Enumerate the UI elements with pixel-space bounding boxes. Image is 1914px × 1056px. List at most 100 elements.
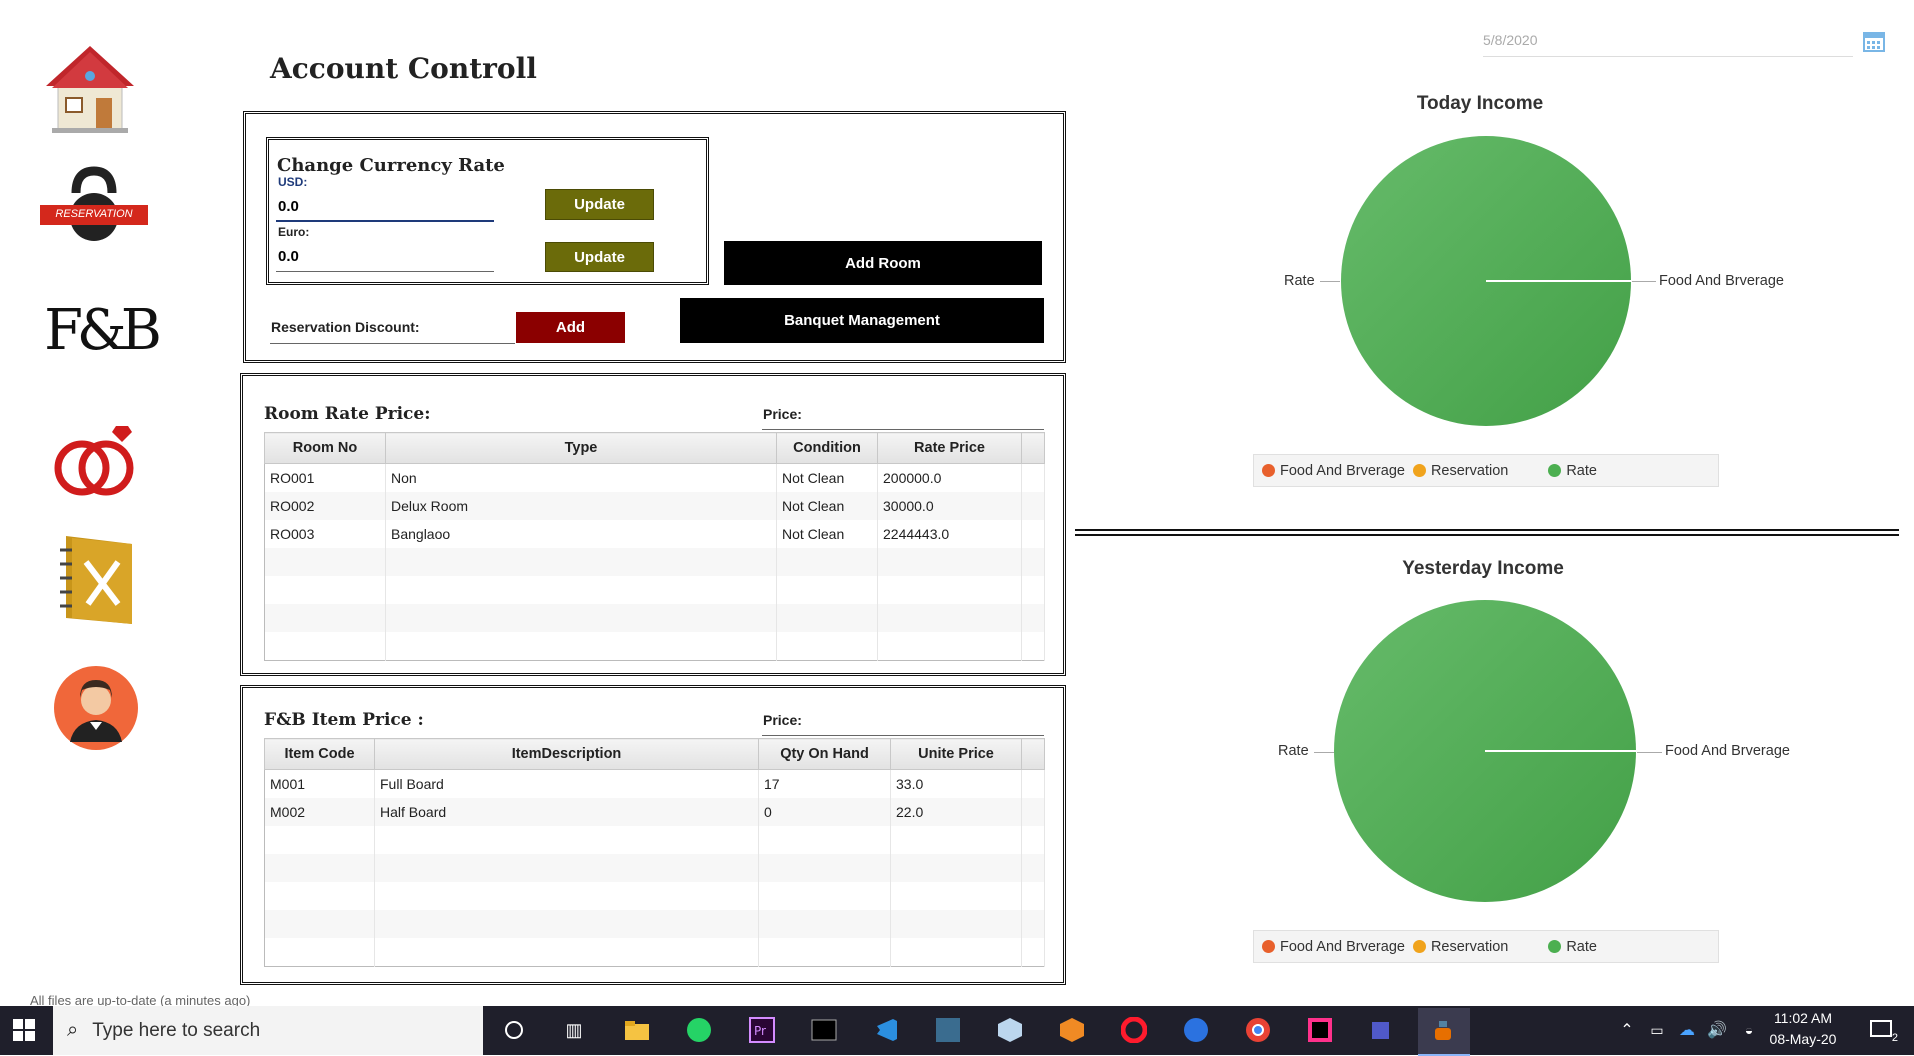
table-cell[interactable] — [385, 576, 777, 604]
table-cell[interactable] — [385, 632, 777, 661]
table-cell[interactable] — [877, 604, 1022, 632]
table-cell[interactable] — [758, 882, 891, 910]
premiere-icon[interactable]: Pr — [740, 1010, 784, 1050]
table-cell[interactable]: 2244443.0 — [877, 520, 1022, 548]
date-picker-field[interactable]: 5/8/2020 — [1483, 32, 1853, 57]
table-cell[interactable]: 0 — [758, 798, 891, 826]
table-cell[interactable]: M002 — [264, 798, 375, 826]
euro-field[interactable] — [276, 242, 494, 272]
table-cell[interactable] — [374, 910, 759, 938]
update-usd-button[interactable]: Update — [545, 189, 654, 220]
table-cell[interactable]: Full Board — [374, 769, 759, 798]
wifi-icon[interactable]: ◒ — [1734, 1010, 1764, 1050]
whatsapp-icon[interactable] — [677, 1010, 721, 1050]
table-cell[interactable]: 22.0 — [890, 798, 1022, 826]
table-cell[interactable] — [890, 882, 1022, 910]
opera-icon[interactable] — [1112, 1010, 1156, 1050]
table-row[interactable] — [264, 632, 1045, 661]
table-cell[interactable]: Delux Room — [385, 492, 777, 520]
room-rate-table[interactable]: Room No Type Condition Rate Price RO001 N… — [264, 432, 1045, 661]
banquet-nav-button[interactable] — [48, 422, 144, 502]
onedrive-icon[interactable]: ☁ — [1672, 1010, 1702, 1050]
table-cell[interactable] — [890, 938, 1022, 967]
terminal-icon[interactable] — [802, 1010, 846, 1050]
table-cell[interactable] — [385, 604, 777, 632]
vscode-icon[interactable] — [864, 1010, 908, 1050]
col-type[interactable]: Type — [385, 432, 777, 464]
table-cell[interactable] — [385, 548, 777, 576]
table-cell[interactable]: Not Clean — [776, 520, 878, 548]
windows-start-icon[interactable] — [0, 1010, 48, 1050]
intellij-icon[interactable] — [1298, 1010, 1342, 1050]
col-item-code[interactable]: Item Code — [264, 738, 375, 770]
table-cell[interactable] — [264, 604, 386, 632]
taskbar-search-box[interactable]: ⌕ Type here to search — [53, 1006, 483, 1055]
table-row[interactable]: M002 Half Board 0 22.0 — [264, 798, 1045, 826]
file-explorer-icon[interactable] — [615, 1010, 659, 1050]
table-row[interactable]: RO001 Non Not Clean 200000.0 — [264, 463, 1045, 492]
fb-item-table[interactable]: Item Code ItemDescription Qty On Hand Un… — [264, 738, 1045, 967]
table-cell[interactable]: 33.0 — [890, 769, 1022, 798]
table-cell[interactable] — [776, 548, 878, 576]
usd-field[interactable] — [276, 192, 494, 222]
home-nav-button[interactable] — [40, 40, 140, 135]
table-cell[interactable] — [264, 910, 375, 938]
table-row[interactable] — [264, 882, 1045, 910]
table-cell[interactable] — [877, 548, 1022, 576]
table-cell[interactable]: Half Board — [374, 798, 759, 826]
table-cell[interactable]: 30000.0 — [877, 492, 1022, 520]
table-cell[interactable] — [758, 826, 891, 854]
table-cell[interactable]: RO003 — [264, 520, 386, 548]
table-cell[interactable] — [264, 576, 386, 604]
add-room-button[interactable]: Add Room — [724, 241, 1042, 285]
col-room-no[interactable]: Room No — [264, 432, 386, 464]
table-cell[interactable]: M001 — [264, 769, 375, 798]
table-cell[interactable] — [776, 604, 878, 632]
table-row[interactable]: RO002 Delux Room Not Clean 30000.0 — [264, 492, 1045, 520]
table-cell[interactable]: RO002 — [264, 492, 386, 520]
staff-nav-button[interactable] — [52, 664, 140, 752]
table-row[interactable] — [264, 826, 1045, 854]
table-cell[interactable] — [264, 826, 375, 854]
col-unit-price[interactable]: Unite Price — [890, 738, 1022, 770]
mysql-workbench-icon[interactable] — [926, 1010, 970, 1050]
app-orange-icon[interactable] — [1050, 1010, 1094, 1050]
col-qty-on-hand[interactable]: Qty On Hand — [758, 738, 891, 770]
volume-icon[interactable]: 🔊 — [1702, 1010, 1732, 1050]
table-cell[interactable] — [758, 854, 891, 882]
battery-icon[interactable]: ▭ — [1642, 1010, 1672, 1050]
table-cell[interactable] — [758, 938, 891, 967]
table-row[interactable] — [264, 576, 1045, 604]
yesterday-income-pie[interactable] — [1333, 599, 1637, 903]
notifications-icon[interactable]: 2 — [1860, 1010, 1904, 1050]
table-cell[interactable] — [890, 910, 1022, 938]
table-row[interactable]: M001 Full Board 17 33.0 — [264, 769, 1045, 798]
table-row[interactable] — [264, 854, 1045, 882]
calendar-icon[interactable] — [1863, 30, 1885, 52]
table-cell[interactable]: Banglaoo — [385, 520, 777, 548]
add-discount-button[interactable]: Add — [516, 312, 625, 343]
today-income-pie[interactable] — [1340, 135, 1632, 427]
table-cell[interactable] — [758, 910, 891, 938]
task-view-icon[interactable]: ▥ — [552, 1010, 596, 1050]
reservation-nav-button[interactable]: RESERVATION — [36, 165, 152, 245]
table-cell[interactable]: Not Clean — [776, 492, 878, 520]
table-cell[interactable] — [877, 632, 1022, 661]
firefox-icon[interactable] — [1174, 1010, 1218, 1050]
table-cell[interactable]: 200000.0 — [877, 463, 1022, 492]
table-cell[interactable] — [374, 882, 759, 910]
table-cell[interactable] — [264, 632, 386, 661]
update-euro-button[interactable]: Update — [545, 242, 654, 272]
table-cell[interactable]: 17 — [758, 769, 891, 798]
table-cell[interactable]: Non — [385, 463, 777, 492]
table-cell[interactable]: Not Clean — [776, 463, 878, 492]
virtualbox-icon[interactable] — [988, 1010, 1032, 1050]
table-cell[interactable] — [374, 854, 759, 882]
table-cell[interactable] — [776, 576, 878, 604]
col-item-description[interactable]: ItemDescription — [374, 738, 759, 770]
table-cell[interactable] — [890, 854, 1022, 882]
table-row[interactable] — [264, 938, 1045, 967]
chrome-icon[interactable] — [1236, 1010, 1280, 1050]
menu-nav-button[interactable] — [52, 532, 142, 628]
discount-field-underline[interactable] — [270, 343, 515, 344]
